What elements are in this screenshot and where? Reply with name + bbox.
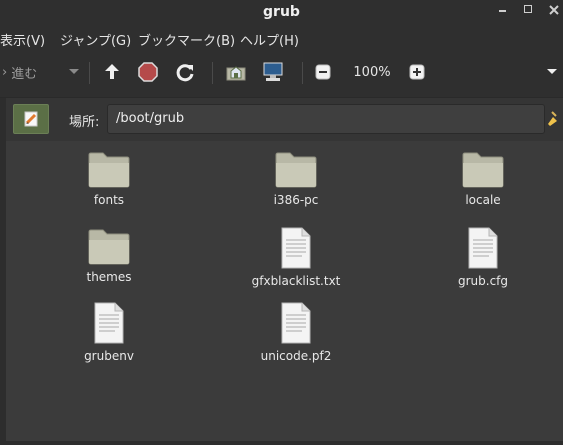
menu-bookmarks[interactable]: ブックマーク(B) xyxy=(138,30,235,49)
zoom-level: 100% xyxy=(353,64,391,80)
home-folder-icon xyxy=(226,66,246,81)
menu-help[interactable]: ヘルプ(H) xyxy=(240,30,299,49)
file-name: grub.cfg xyxy=(457,274,509,288)
location-label: 場所: xyxy=(69,115,100,130)
sidebar-edge xyxy=(0,141,6,445)
file-name: locale xyxy=(465,193,501,207)
file-item[interactable]: gfxblacklist.txt xyxy=(236,226,356,288)
file-name: unicode.pf2 xyxy=(260,349,332,363)
file-item[interactable]: grub.cfg xyxy=(423,226,543,288)
file-item[interactable]: fonts xyxy=(49,149,169,207)
clear-location-button[interactable] xyxy=(546,110,562,126)
up-button[interactable] xyxy=(101,60,123,84)
up-arrow-icon xyxy=(105,64,119,79)
toolbar-separator xyxy=(89,62,90,84)
reload-button[interactable] xyxy=(174,60,196,84)
edit-icon xyxy=(24,111,38,127)
text-file-icon xyxy=(468,227,498,269)
folder-icon xyxy=(462,152,504,188)
text-file-icon xyxy=(281,227,311,269)
menu-go[interactable]: ジャンプ(G) xyxy=(60,30,131,49)
chevron-right-icon: › xyxy=(2,64,8,80)
zoom-in-button[interactable] xyxy=(408,60,426,84)
window-title: grub xyxy=(263,4,300,20)
file-name: fonts xyxy=(93,193,125,207)
file-item[interactable]: locale xyxy=(423,149,543,207)
menu-bar: 表示(V) ジャンプ(G) ブックマーク(B) ヘルプ(H) xyxy=(0,24,563,50)
zoom-in-icon xyxy=(409,64,425,80)
file-name: grubenv xyxy=(84,349,134,363)
file-name: i386-pc xyxy=(273,193,319,207)
toggle-location-entry-button[interactable] xyxy=(13,104,49,134)
stop-button[interactable] xyxy=(137,60,159,84)
computer-icon xyxy=(263,62,283,81)
computer-button[interactable] xyxy=(260,60,286,84)
file-name: themes xyxy=(86,270,132,284)
reload-icon xyxy=(176,64,194,82)
dropdown-arrow-icon xyxy=(547,69,557,74)
left-edge xyxy=(0,98,6,142)
home-button[interactable] xyxy=(224,60,248,84)
toolbar-more-button[interactable] xyxy=(544,60,560,84)
file-item[interactable]: grubenv xyxy=(49,301,169,363)
location-path: /boot/grub xyxy=(116,111,185,126)
file-name: gfxblacklist.txt xyxy=(251,274,341,288)
dropdown-arrow-icon xyxy=(69,69,79,74)
forward-button[interactable]: › 進む xyxy=(0,60,60,84)
bottom-edge xyxy=(0,441,563,445)
close-button[interactable] xyxy=(547,2,561,16)
close-icon xyxy=(549,5,559,15)
forward-label: 進む xyxy=(11,66,38,82)
maximize-button[interactable] xyxy=(522,2,536,16)
folder-icon xyxy=(275,152,317,188)
location-field[interactable]: /boot/grub xyxy=(107,104,545,134)
toolbar-separator xyxy=(212,62,213,84)
zoom-out-icon xyxy=(315,64,331,80)
file-item[interactable]: themes xyxy=(49,226,169,284)
menu-view[interactable]: 表示(V) xyxy=(0,30,45,49)
stop-icon xyxy=(138,62,158,82)
file-view: fonts i386-pc locale themes gfxblacklist… xyxy=(0,141,563,445)
toolbar-separator xyxy=(302,62,303,84)
zoom-out-button[interactable] xyxy=(314,60,332,84)
history-dropdown[interactable] xyxy=(66,60,82,84)
text-file-icon xyxy=(94,302,124,344)
clear-icon xyxy=(548,111,557,126)
file-manager-window: grub 表示(V) ジャンプ(G) ブックマーク(B) ヘルプ(H) › 進む xyxy=(0,0,563,445)
folder-icon xyxy=(88,152,130,188)
text-file-icon xyxy=(281,302,311,344)
title-bar: grub xyxy=(0,0,563,24)
file-item[interactable]: i386-pc xyxy=(236,149,356,207)
location-bar: 場所: /boot/grub xyxy=(0,97,563,143)
toolbar: › 進む 100% xyxy=(0,50,563,97)
folder-icon xyxy=(88,229,130,265)
file-item[interactable]: unicode.pf2 xyxy=(236,301,356,363)
minimize-button[interactable] xyxy=(497,2,511,16)
